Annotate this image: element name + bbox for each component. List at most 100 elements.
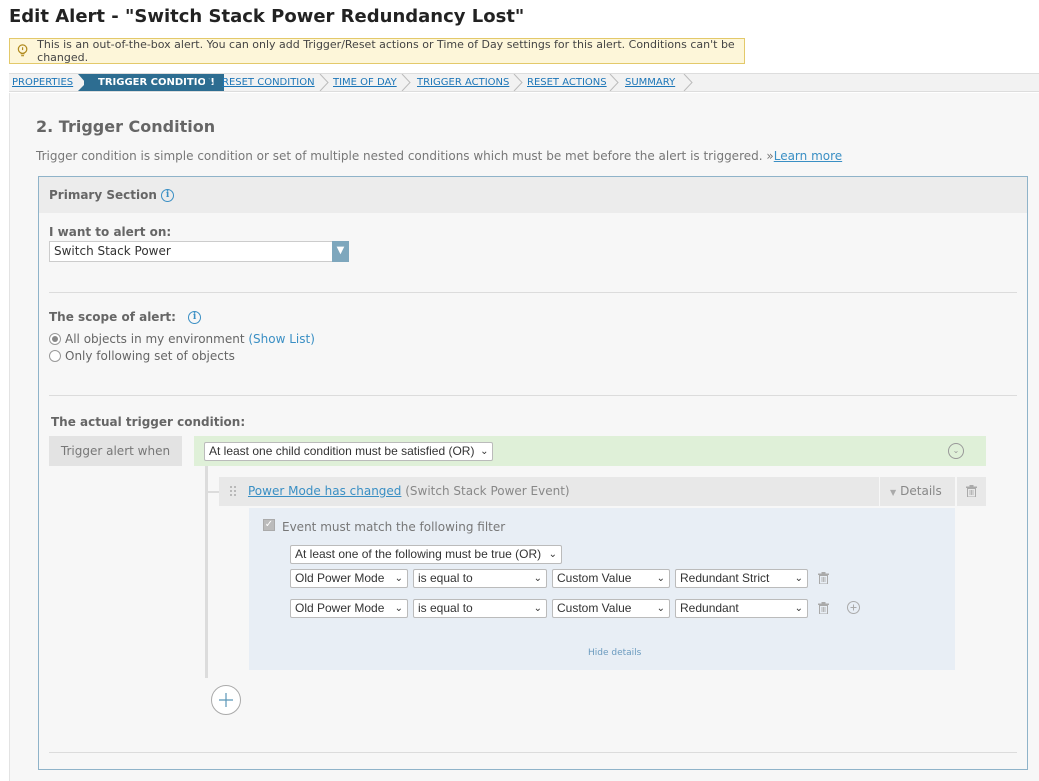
filter-field-select[interactable]: Old Power Mode ⌄ <box>290 599 408 618</box>
divider <box>49 395 1017 396</box>
chevron-right-icon <box>609 74 619 91</box>
scope-all-option[interactable]: All objects in my environment (Show List… <box>49 332 315 346</box>
readonly-notice: This is an out-of-the-box alert. You can… <box>9 38 745 64</box>
condition-link[interactable]: Power Mode has changed <box>248 484 401 498</box>
or-condition-select[interactable]: At least one child condition must be sat… <box>204 442 494 461</box>
section-heading: 2. Trigger Condition <box>36 117 216 136</box>
trigger-when-label: Trigger alert when <box>49 436 182 466</box>
chevron-down-icon: ⌄ <box>794 603 803 614</box>
tree-branch <box>208 491 219 493</box>
chevron-right-icon <box>683 74 693 91</box>
condition-suffix: (Switch Stack Power Event) <box>401 484 570 498</box>
drag-handle-icon[interactable] <box>229 485 237 497</box>
active-step-tip <box>205 74 213 91</box>
trash-icon <box>966 485 977 497</box>
or-condition-bar: At least one child condition must be sat… <box>194 436 986 466</box>
details-toggle[interactable]: ▼ Details <box>880 477 955 506</box>
filter-value-value: Redundant <box>680 601 739 615</box>
wizard-steps: PROPERTIES TRIGGER CONDITION RESET CONDI… <box>9 73 1039 92</box>
primary-section-panel: Primary Section i I want to alert on: Sw… <box>38 176 1028 770</box>
step-trigger-condition[interactable]: TRIGGER CONDITION <box>84 74 225 91</box>
chevron-down-icon: ⌄ <box>548 549 557 560</box>
chevron-down-icon: ⌄ <box>656 603 665 614</box>
lightbulb-icon <box>17 44 28 57</box>
event-filter-box: ✓ Event must match the following filter … <box>249 508 955 670</box>
step-time-of-day[interactable]: TIME OF DAY <box>333 74 397 91</box>
filter-value-select[interactable]: Redundant ⌄ <box>675 599 808 618</box>
filter-type-select[interactable]: Custom Value ⌄ <box>552 599 670 618</box>
filter-mode-value: At least one of the following must be tr… <box>295 547 542 561</box>
section-description: Trigger condition is simple condition or… <box>36 149 842 163</box>
filter-field-value: Old Power Mode <box>295 601 385 615</box>
chevron-down-icon: ⌄ <box>394 603 403 614</box>
plus-icon <box>219 693 233 707</box>
trash-icon[interactable] <box>818 602 829 614</box>
actual-trigger-label: The actual trigger condition: <box>51 415 246 429</box>
delete-condition-button[interactable] <box>957 477 986 506</box>
primary-section-title: Primary Section <box>49 188 157 202</box>
chevron-down-icon: ⌄ <box>794 573 803 584</box>
divider <box>49 752 1017 753</box>
chevron-right-icon <box>513 74 523 91</box>
filter-field-value: Old Power Mode <box>295 571 385 585</box>
event-filter-label: Event must match the following filter <box>282 520 506 534</box>
scope-some-label: Only following set of objects <box>65 349 235 363</box>
condition-row: Power Mode has changed (Switch Stack Pow… <box>219 477 879 506</box>
filter-operator-select[interactable]: is equal to ⌄ <box>413 599 547 618</box>
step-summary[interactable]: SUMMARY <box>625 74 675 91</box>
step-reset-condition[interactable]: RESET CONDITION <box>222 74 315 91</box>
chevron-right-icon <box>319 74 329 91</box>
filter-type-value: Custom Value <box>557 571 632 585</box>
chevron-down-icon: ⌄ <box>533 573 542 584</box>
page-title: Edit Alert - "Switch Stack Power Redunda… <box>9 6 525 27</box>
learn-more-link[interactable]: Learn more <box>774 149 842 163</box>
filter-operator-value: is equal to <box>418 601 473 615</box>
scope-all-radio[interactable] <box>49 333 61 345</box>
step-reset-actions[interactable]: RESET ACTIONS <box>527 74 607 91</box>
chevron-down-icon: ⌄ <box>480 446 489 457</box>
trash-icon[interactable] <box>818 572 829 584</box>
show-list-link[interactable]: (Show List) <box>248 332 315 346</box>
main-content: 2. Trigger Condition Trigger condition i… <box>9 93 1039 781</box>
step-trigger-actions[interactable]: TRIGGER ACTIONS <box>417 74 509 91</box>
filter-type-select[interactable]: Custom Value ⌄ <box>552 569 670 588</box>
filter-operator-value: is equal to <box>418 571 473 585</box>
scope-label-text: The scope of alert: <box>49 310 176 324</box>
alert-on-select[interactable]: Switch Stack Power ▼ <box>49 241 349 262</box>
divider <box>49 292 1017 293</box>
condition-text: Power Mode has changed (Switch Stack Pow… <box>248 484 570 498</box>
filter-type-value: Custom Value <box>557 601 632 615</box>
alert-on-value: Switch Stack Power <box>54 244 171 258</box>
chevron-down-icon: ⌄ <box>656 573 665 584</box>
event-filter-checkbox[interactable]: ✓ <box>263 519 275 531</box>
chevron-right-icon <box>401 74 411 91</box>
panel-header: Primary Section i <box>39 177 1027 213</box>
filter-operator-select[interactable]: is equal to ⌄ <box>413 569 547 588</box>
description-text: Trigger condition is simple condition or… <box>36 149 774 163</box>
step-properties[interactable]: PROPERTIES <box>12 74 73 91</box>
chevron-down-icon[interactable]: ▼ <box>332 241 349 262</box>
or-condition-value: At least one child condition must be sat… <box>209 444 475 458</box>
details-label: Details <box>900 484 942 498</box>
info-icon[interactable]: i <box>188 311 202 324</box>
scope-some-radio[interactable] <box>49 350 61 362</box>
add-condition-button[interactable] <box>211 685 241 715</box>
scope-all-label: All objects in my environment <box>65 332 245 346</box>
caret-down-icon: ▼ <box>890 488 897 497</box>
panel-title: Primary Section i <box>49 188 175 202</box>
add-filter-icon[interactable] <box>847 601 860 614</box>
chevron-down-icon: ⌄ <box>394 573 403 584</box>
scope-label: The scope of alert: i <box>49 310 202 324</box>
notice-text: This is an out-of-the-box alert. You can… <box>37 38 735 64</box>
hide-details-link[interactable]: Hide details <box>588 648 641 658</box>
filter-mode-select[interactable]: At least one of the following must be tr… <box>290 545 562 564</box>
chevron-down-icon: ⌄ <box>533 603 542 614</box>
info-icon[interactable]: i <box>161 189 175 202</box>
tree-line <box>205 466 208 678</box>
filter-value-select[interactable]: Redundant Strict ⌄ <box>675 569 808 588</box>
collapse-circle-icon[interactable]: ⌄ <box>948 443 964 459</box>
scope-some-option[interactable]: Only following set of objects <box>49 349 235 363</box>
filter-value-value: Redundant Strict <box>680 571 770 585</box>
alert-on-label: I want to alert on: <box>49 225 172 239</box>
filter-field-select[interactable]: Old Power Mode ⌄ <box>290 569 408 588</box>
